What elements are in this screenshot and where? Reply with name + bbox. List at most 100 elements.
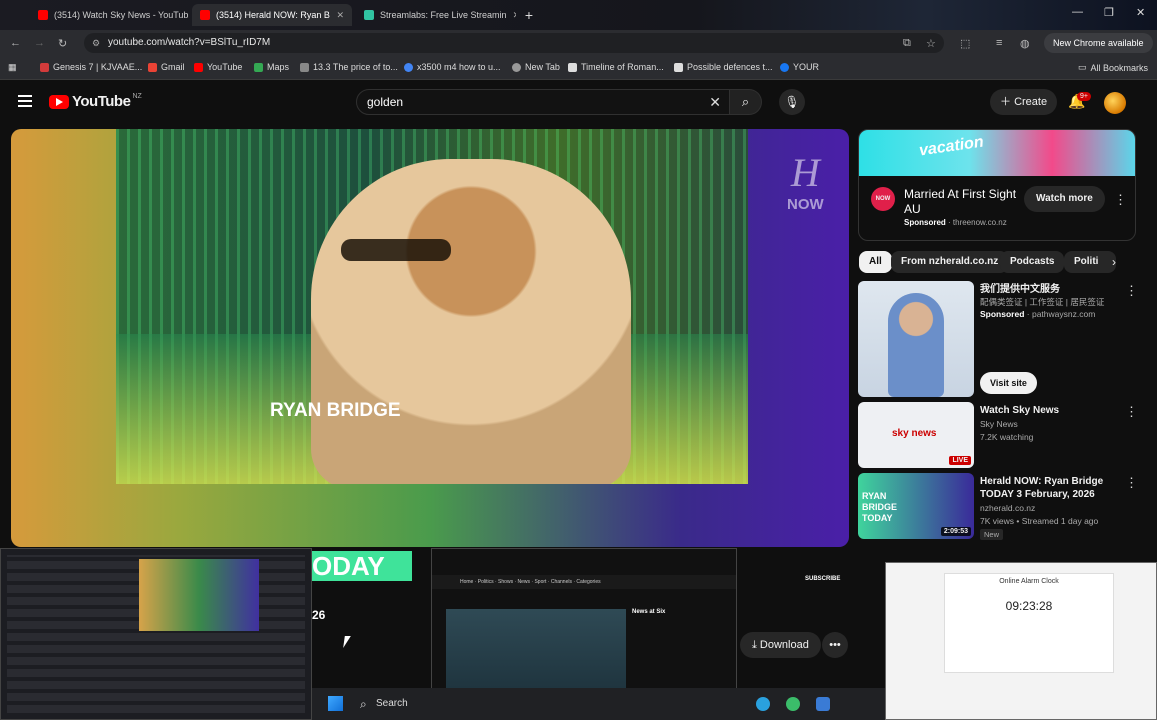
maximize-icon[interactable]: ❐ — [1104, 6, 1114, 19]
close-tab-icon[interactable]: ✕ — [188, 10, 190, 21]
all-bookmarks-button[interactable]: ▭ All Bookmarks — [1078, 62, 1148, 73]
chip-politics[interactable]: Politi — [1064, 251, 1116, 273]
voice-search-button[interactable]: 🎙 — [779, 89, 805, 115]
tab-herald-now[interactable]: (3514) Herald NOW: Ryan B ✕ — [192, 4, 352, 26]
youtube-icon — [194, 62, 203, 72]
tab-sky-news[interactable]: (3514) Watch Sky News - YouTub ✕ — [30, 4, 190, 26]
sponsored-recommendation[interactable]: 我们提供中文服务 配偶类签证 | 工作签证 | 居民签证 Sponsored ·… — [858, 281, 1138, 397]
chip-all[interactable]: All — [859, 251, 892, 273]
tab-title: (3514) Watch Sky News - YouTub — [54, 10, 189, 20]
apps-icon[interactable]: ▦ — [8, 62, 17, 73]
download-button[interactable]: ⤓ Download — [740, 632, 821, 658]
bookmark-star-icon[interactable]: ☆ — [926, 37, 936, 50]
extensions-icon[interactable]: ⬚ — [960, 37, 970, 50]
video-thumbnail: sky news LIVE — [858, 402, 974, 468]
address-bar-row: ← → ↻ ⚙ youtube.com/watch?v=BSlTu_rID7M … — [0, 30, 1157, 56]
presenter-figure — [311, 159, 631, 484]
avatar[interactable] — [1104, 92, 1126, 114]
streaming-app-window[interactable] — [0, 548, 312, 720]
video-recommendation[interactable]: RYAN BRIDGE TODAY 2:09:53 Herald NOW: Ry… — [858, 473, 1138, 540]
gmail-icon — [148, 62, 157, 72]
more-options-icon[interactable]: ⋮ — [1125, 283, 1138, 299]
clock-time: 09:23:28 — [1005, 599, 1053, 613]
bookmark-item[interactable]: New Tab — [512, 62, 560, 72]
all-bookmarks-label: All Bookmarks — [1090, 62, 1149, 73]
search-button[interactable]: ⌕ — [730, 89, 762, 115]
url-field[interactable]: ⚙ youtube.com/watch?v=BSlTu_rID7M — [84, 33, 944, 53]
video-player[interactable]: H NOW — [11, 129, 849, 547]
video-recommendation[interactable]: sky news LIVE Watch Sky News Sky News 7.… — [858, 402, 1138, 468]
person-image — [888, 293, 944, 397]
more-actions-button[interactable]: ••• — [822, 632, 848, 658]
profile-icon[interactable]: ◍ — [1020, 37, 1030, 50]
duration-badge: 2:09:53 — [940, 527, 971, 536]
bookmark-favicon-icon — [300, 62, 309, 72]
maps-icon — [254, 62, 263, 72]
search-value: golden — [367, 95, 404, 109]
rec-meta: 7.2K watching — [980, 432, 1034, 442]
taskbar-search[interactable]: Search — [354, 694, 434, 714]
install-app-icon[interactable]: ⧉ — [903, 37, 911, 50]
sky-news-logo: sky news — [892, 428, 937, 439]
app-icon[interactable] — [816, 697, 830, 711]
bookmark-item[interactable]: Possible defences t... — [674, 62, 773, 72]
bookmark-item[interactable]: Gmail — [148, 62, 185, 72]
new-tab-button[interactable]: + — [520, 6, 538, 24]
folder-icon: ▭ — [1078, 62, 1087, 72]
watch-more-button[interactable]: Watch more — [1024, 186, 1105, 212]
clock-title: Online Alarm Clock — [999, 578, 1059, 585]
chrome-icon[interactable] — [786, 697, 800, 711]
windows-start-icon[interactable] — [328, 696, 343, 711]
more-options-icon[interactable]: ⋮ — [1114, 192, 1127, 208]
new-chrome-available-button[interactable]: New Chrome available — [1044, 33, 1153, 53]
news-site-nav: Home · Politics · Shows · News · Sport ·… — [432, 575, 736, 589]
site-info-icon[interactable]: ⚙ — [92, 33, 100, 53]
plus-icon: ＋ — [1000, 96, 1015, 108]
close-tab-icon[interactable]: ✕ — [330, 10, 344, 21]
bookmark-item[interactable]: YouTube — [194, 62, 242, 72]
bookmark-label: YOUR — [793, 62, 820, 72]
rec-title: Herald NOW: Ryan Bridge TODAY 3 February… — [980, 476, 1104, 500]
ad-thumbnail — [858, 281, 974, 397]
forward-icon[interactable]: → — [34, 37, 45, 49]
rec-channel: Sky News — [980, 419, 1018, 429]
menu-icon[interactable] — [18, 95, 32, 107]
rec-domain: pathwaysnz.com — [1031, 309, 1096, 319]
subscribe-overlay-text: SUBSCRIBE — [805, 576, 841, 582]
create-button[interactable]: ＋ Create — [990, 89, 1058, 115]
more-options-icon[interactable]: ⋮ — [1125, 404, 1138, 420]
chevron-right-icon[interactable]: › — [1112, 255, 1116, 269]
close-window-icon[interactable]: ✕ — [1136, 6, 1145, 19]
mouse-cursor-icon — [343, 636, 351, 648]
more-options-icon[interactable]: ⋮ — [1125, 475, 1138, 491]
bookmark-item[interactable]: Genesis 7 | KJVAAE... — [40, 62, 142, 72]
back-icon[interactable]: ← — [10, 37, 21, 49]
telegram-icon[interactable] — [756, 697, 770, 711]
bookmark-favicon-icon — [40, 62, 49, 72]
bookmark-item[interactable]: x3500 m4 how to u... — [404, 62, 501, 72]
bookmark-item[interactable]: YOUR — [780, 62, 819, 72]
bookmark-item[interactable]: 13.3 The price of to... — [300, 62, 398, 72]
bookmark-item[interactable]: Timeline of Roman... — [568, 62, 664, 72]
bookmark-item[interactable]: Maps — [254, 62, 289, 72]
chip-from-nzherald[interactable]: From nzherald.co.nz — [891, 251, 1009, 273]
ad-domain: threenow.co.nz — [952, 218, 1007, 227]
tab-streamlabs[interactable]: Streamlabs: Free Live Streamin ✕ — [356, 4, 516, 26]
youtube-logo[interactable]: YouTube NZ — [49, 93, 142, 110]
visit-site-button[interactable]: Visit site — [980, 372, 1037, 394]
minimize-icon[interactable]: — — [1072, 6, 1083, 18]
alarm-clock-window[interactable]: Online Alarm Clock 09:23:28 — [885, 562, 1157, 720]
chip-podcasts[interactable]: Podcasts — [1000, 251, 1065, 273]
media-icon[interactable]: ≡ — [996, 37, 1002, 49]
sponsored-ad-card[interactable]: vacation NOW Married At First Sight AU S… — [858, 129, 1136, 241]
ad-channel-logo: NOW — [871, 187, 895, 211]
now-logo-text: NOW — [787, 196, 824, 213]
youtube-favicon-icon — [38, 10, 48, 20]
bookmark-label: Possible defences t... — [687, 62, 773, 72]
clear-search-icon[interactable]: ✕ — [709, 90, 721, 114]
reload-icon[interactable]: ↻ — [58, 37, 67, 50]
rec-meta: 7K views • Streamed 1 day ago — [980, 516, 1099, 526]
live-badge: LIVE — [949, 456, 971, 465]
search-input[interactable]: golden ✕ — [356, 89, 730, 115]
close-tab-icon[interactable]: ✕ — [507, 10, 516, 21]
